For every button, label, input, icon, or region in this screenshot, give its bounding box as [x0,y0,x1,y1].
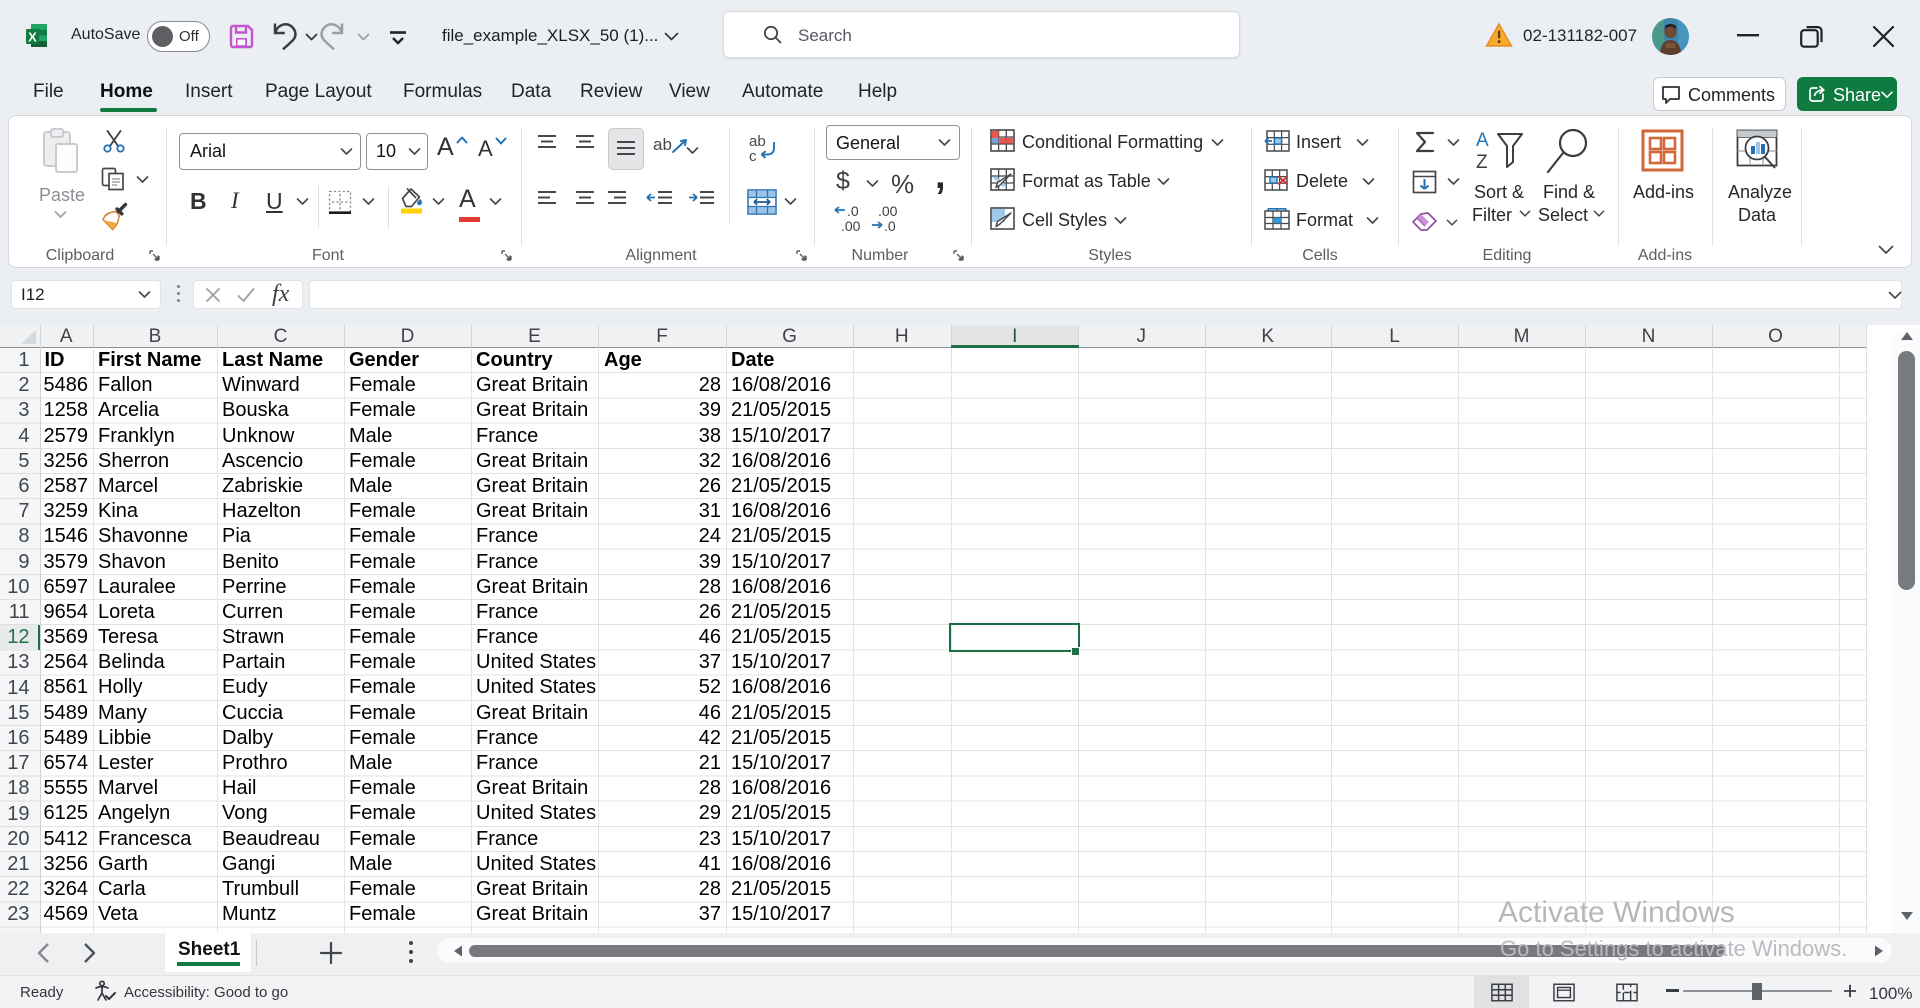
svg-text:Z: Z [1476,152,1488,172]
svg-text:.00: .00 [878,203,898,219]
svg-text:.00: .00 [841,218,861,233]
svg-text:A: A [1476,130,1489,151]
svg-text:.0: .0 [847,203,859,219]
svg-text:ab: ab [653,135,672,154]
svg-text:.0: .0 [884,218,896,233]
svg-text:X: X [28,30,37,45]
svg-text:c: c [749,148,757,163]
